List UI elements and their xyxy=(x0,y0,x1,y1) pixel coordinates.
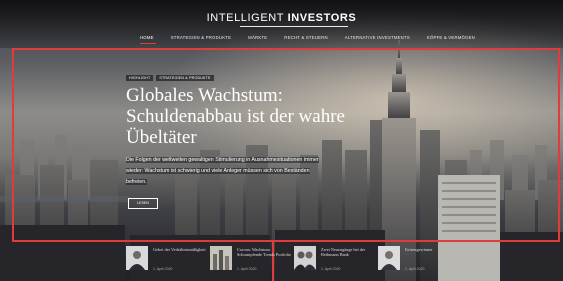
hero-badges: HIGHLIGHT STRATEGIEN & PRODUKTE xyxy=(126,75,214,81)
badge-highlight[interactable]: HIGHLIGHT xyxy=(126,75,154,81)
site-logo[interactable]: INTELLIGENT INVESTORS xyxy=(0,12,563,27)
article-date: 1. April 2020 xyxy=(405,267,425,271)
article-title[interactable]: Gebot der Verhältnismäßigkeit xyxy=(153,247,208,252)
hero-teaser: Die Folgen der weltweiten gewaltigen Sti… xyxy=(126,155,321,188)
hero-headline[interactable]: Globales Wachstum: Schuldenabbau ist der… xyxy=(126,85,356,148)
article-thumbnail[interactable] xyxy=(126,246,148,270)
read-more-button[interactable]: LESEN xyxy=(128,198,158,209)
article-date: 1. April 2020 xyxy=(321,267,341,271)
nav-item-alternative-investments[interactable]: ALTERNATIVE INVESTMENTS xyxy=(345,35,410,40)
nav-item-home[interactable]: HOME xyxy=(140,35,154,40)
article-card[interactable]: Zwei Neuzugänge bei der Bethmann Bank 1.… xyxy=(294,246,374,276)
person-portrait-icon xyxy=(294,246,316,270)
article-card[interactable]: Krisengewinner 1. April 2020 xyxy=(378,246,458,276)
person-portrait-icon xyxy=(126,246,148,270)
article-thumbnail[interactable] xyxy=(294,246,316,270)
hero-teaser-text: Die Folgen der weltweiten gewaltigen Sti… xyxy=(126,157,319,185)
site-header: INTELLIGENT INVESTORS HOME STRATEGIEN & … xyxy=(0,0,563,48)
article-card[interactable]: Corona: Wachstum Schrumpfende Trends Por… xyxy=(210,246,292,276)
article-thumbnail[interactable] xyxy=(210,246,232,270)
logo-text-part1: INTELLIGENT xyxy=(206,12,288,24)
nav-active-indicator xyxy=(140,43,156,44)
article-date: 1. April 2020 xyxy=(153,267,173,271)
article-thumbnail[interactable] xyxy=(378,246,400,270)
nav-item-recht-steuern[interactable]: RECHT & STEUERN xyxy=(284,35,328,40)
nav-item-maerkte[interactable]: MÄRKTE xyxy=(248,35,267,40)
article-title[interactable]: Corona: Wachstum Schrumpfende Trends Por… xyxy=(237,247,292,257)
page: INTELLIGENT INVESTORS HOME STRATEGIEN & … xyxy=(0,0,563,281)
nav-item-strategien-produkte[interactable]: STRATEGIEN & PRODUKTE xyxy=(171,35,231,40)
nav-item-koepfe-vermoegen[interactable]: KÖPFE & VERMÖGEN xyxy=(427,35,475,40)
person-portrait-icon xyxy=(378,246,400,270)
badge-category[interactable]: STRATEGIEN & PRODUKTE xyxy=(156,75,214,81)
related-articles: Gebot der Verhältnismäßigkeit 1. April 2… xyxy=(126,246,456,276)
article-title[interactable]: Zwei Neuzugänge bei der Bethmann Bank xyxy=(321,247,376,257)
article-title[interactable]: Krisengewinner xyxy=(405,247,460,252)
article-date: 1. April 2020 xyxy=(237,267,257,271)
main-navigation: HOME STRATEGIEN & PRODUKTE MÄRKTE RECHT … xyxy=(140,35,492,44)
city-photo-icon xyxy=(210,246,232,270)
logo-text-part2: INVESTORS xyxy=(287,12,357,24)
logo-underline xyxy=(240,26,348,27)
article-card[interactable]: Gebot der Verhältnismäßigkeit 1. April 2… xyxy=(126,246,206,276)
